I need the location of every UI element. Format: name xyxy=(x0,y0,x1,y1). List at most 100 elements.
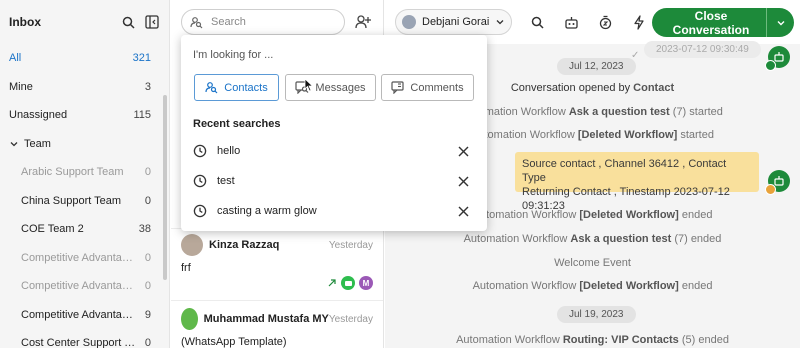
filter-chip-messages[interactable]: Messages xyxy=(285,74,376,101)
close-conversation-button[interactable]: Close Conversation xyxy=(652,8,794,37)
sidebar-item-count: 9 xyxy=(144,308,151,321)
chip-label: Comments xyxy=(410,81,464,94)
search-dropdown: I'm looking for ... Contacts Messages Co… xyxy=(181,35,487,231)
add-contact-icon[interactable] xyxy=(353,12,373,32)
sidebar-item-unassigned[interactable]: Unassigned 115 xyxy=(0,101,169,130)
sidebar-item-label: Arabic Support Team xyxy=(21,166,124,179)
chevron-down-icon[interactable] xyxy=(767,18,794,28)
inbox-sidebar: Inbox All 321 Mine 3 Unassigned 115 Team… xyxy=(0,0,170,348)
search-icon[interactable] xyxy=(528,13,546,31)
search-icon[interactable] xyxy=(119,13,137,31)
event-text: started xyxy=(680,129,714,141)
contact-search-icon xyxy=(205,82,218,94)
recent-search-text: test xyxy=(217,175,235,187)
search-placeholder: Search xyxy=(211,16,246,28)
chevron-down-icon xyxy=(496,20,504,25)
clock-icon xyxy=(193,204,207,218)
conversation-icons: M xyxy=(181,276,373,290)
internal-note: Source contact , Channel 36412 , Contact… xyxy=(515,152,759,212)
lightning-icon[interactable] xyxy=(630,13,648,31)
recent-search-item[interactable]: casting a warm glow xyxy=(193,200,469,222)
event-text: (7) ended xyxy=(674,233,722,245)
recent-search-text: hello xyxy=(217,145,241,157)
assignee-dropdown[interactable]: Debjani Gorai xyxy=(395,9,513,35)
sidebar-item-competitive-advantage-2[interactable]: Competitive Advantage S... 0 xyxy=(0,272,169,301)
sidebar-item-count: 38 xyxy=(138,223,151,236)
note-line: Source contact , Channel 36412 , Contact… xyxy=(522,158,727,184)
conversation-item[interactable]: Kinza Razzaq Yesterday frf M xyxy=(171,234,383,290)
sidebar-item-competitive-advantage-1[interactable]: Competitive Advantage S... 0 xyxy=(0,244,169,273)
conversation-item[interactable]: Muhammad Mustafa MY Yesterday (WhatsApp … xyxy=(171,308,383,348)
close-icon[interactable] xyxy=(458,176,469,187)
note-mini-icon xyxy=(765,184,776,195)
event-text: ended xyxy=(681,209,713,221)
arrow-icon xyxy=(328,279,336,287)
conversation-name: Muhammad Mustafa MY xyxy=(203,313,329,325)
sidebar-item-competitive-advantage-3[interactable]: Competitive Advantage S... 9 xyxy=(0,301,169,330)
filter-chip-comments[interactable]: Comments xyxy=(381,74,474,101)
comment-icon xyxy=(391,81,405,94)
event-text: Automation Workflow xyxy=(472,280,577,292)
recent-search-item[interactable]: hello xyxy=(193,140,469,162)
sidebar-item-label: All xyxy=(9,52,22,65)
collapse-panel-icon[interactable] xyxy=(143,13,161,31)
system-event: Automation Workflow Ask a question test … xyxy=(385,233,800,245)
looking-for-label: I'm looking for ... xyxy=(193,49,274,61)
mouse-cursor-icon xyxy=(304,78,314,92)
conversation-time: Yesterday xyxy=(328,313,373,325)
close-icon[interactable] xyxy=(458,146,469,157)
sidebar-item-count: 0 xyxy=(144,166,151,179)
robot-icon[interactable] xyxy=(562,13,580,31)
timer-icon[interactable] xyxy=(596,13,614,31)
event-text: Conversation opened by xyxy=(510,82,631,94)
event-text: (7) started xyxy=(672,106,723,118)
sidebar-header: Inbox xyxy=(0,0,169,44)
sidebar-item-count: 3 xyxy=(144,80,151,93)
sidebar-item-arabic-support-team[interactable]: Arabic Support Team 0 xyxy=(0,158,169,187)
contact-search-icon xyxy=(190,16,203,28)
event-bold: Routing: VIP Contacts xyxy=(562,334,679,346)
date-separator: Jul 19, 2023 xyxy=(557,306,636,323)
event-bold: Ask a question test xyxy=(568,106,670,118)
avatar xyxy=(402,15,416,29)
sidebar-item-count: 0 xyxy=(144,194,151,207)
assignee-badge: M xyxy=(359,276,373,290)
recent-search-text: casting a warm glow xyxy=(217,205,317,217)
event-text: ended xyxy=(681,280,713,292)
date-separator: Jul 12, 2023 xyxy=(557,58,636,75)
avatar xyxy=(181,234,203,256)
sidebar-item-count: 0 xyxy=(144,280,151,293)
sidebar-item-label: Competitive Advantage S... xyxy=(21,308,139,321)
sidebar-scrollbar[interactable] xyxy=(163,95,167,280)
channel-mini-icon xyxy=(765,60,776,71)
sidebar-item-all[interactable]: All 321 xyxy=(0,44,169,73)
close-icon[interactable] xyxy=(458,206,469,217)
event-text: Welcome Event xyxy=(554,257,631,269)
system-event: Automation Workflow [Deleted Workflow] e… xyxy=(385,280,800,292)
event-bold: Ask a question test xyxy=(570,233,672,245)
assignee-name: Debjani Gorai xyxy=(422,16,490,28)
sidebar-item-china-support-team[interactable]: China Support Team 0 xyxy=(0,187,169,216)
system-event: Welcome Event xyxy=(385,257,800,269)
sidebar-item-label: Unassigned xyxy=(9,109,68,122)
sidebar-item-coe-team-2[interactable]: COE Team 2 38 xyxy=(0,215,169,244)
sidebar-item-team[interactable]: Team xyxy=(0,130,169,159)
sidebar-item-label: COE Team 2 xyxy=(21,223,84,236)
conversation-time: Yesterday xyxy=(328,239,373,251)
chat-channel-icon xyxy=(341,276,355,290)
recent-searches-title: Recent searches xyxy=(193,118,281,130)
message-timestamp: 2023-07-12 09:30:49 xyxy=(644,41,761,58)
sidebar-item-label: Cost Center Support Team xyxy=(21,337,139,348)
event-text: Automation Workflow xyxy=(463,233,568,245)
conversation-preview: frf xyxy=(181,262,191,274)
sidebar-item-mine[interactable]: Mine 3 xyxy=(0,73,169,102)
filter-chip-contacts[interactable]: Contacts xyxy=(194,74,279,101)
sidebar-item-label: Mine xyxy=(9,80,33,93)
recent-search-item[interactable]: test xyxy=(193,170,469,192)
sidebar-item-label: Team xyxy=(24,137,51,150)
sidebar-item-cost-center-support-team[interactable]: Cost Center Support Team 0 xyxy=(0,329,169,348)
chip-label: Messages xyxy=(315,81,366,94)
chevron-down-icon xyxy=(10,141,18,147)
search-input[interactable]: Search xyxy=(181,9,346,35)
event-text: Automation Workflow xyxy=(456,334,560,346)
